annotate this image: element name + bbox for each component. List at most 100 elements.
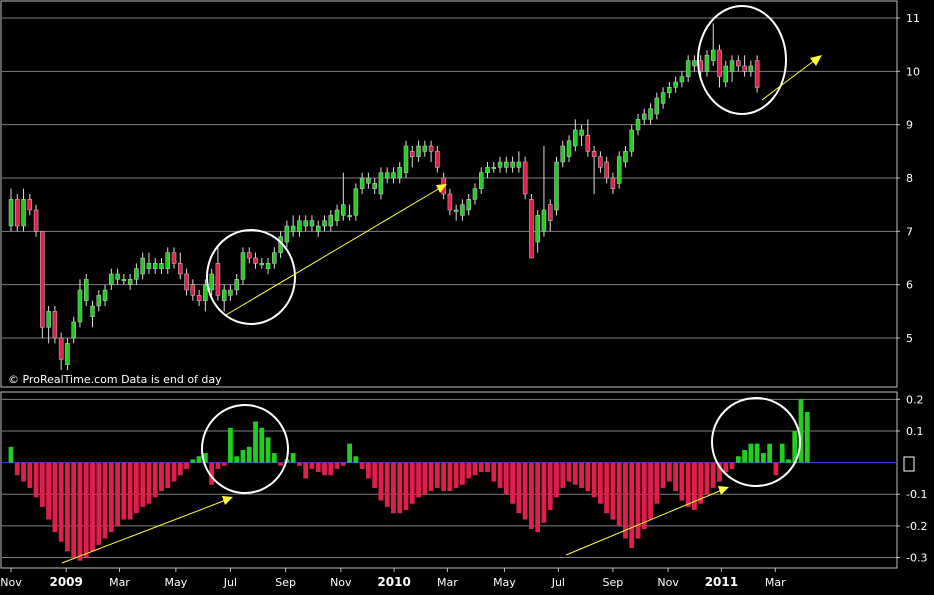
candle-body: [397, 167, 402, 179]
oscillator-bar: [767, 443, 773, 463]
candle-body: [159, 263, 164, 269]
oscillator-bar: [328, 462, 334, 476]
oscillator-bar: [184, 462, 189, 469]
candle-body: [52, 311, 58, 339]
oscillator-bar: [704, 462, 710, 495]
oscillator-bar: [635, 462, 641, 539]
candle-body: [654, 97, 660, 115]
candle-body: [403, 145, 409, 173]
candle-body: [140, 257, 145, 275]
candle-body: [723, 65, 729, 83]
oscillator-bar: [547, 462, 553, 511]
candle-body: [83, 279, 89, 301]
candle-body: [692, 60, 697, 67]
candle-body: [247, 252, 252, 259]
oscillator-bar: [278, 462, 284, 466]
candle-body: [535, 215, 540, 243]
candle-body: [648, 108, 653, 120]
candle-body: [228, 289, 233, 296]
oscillator-bar: [240, 449, 246, 463]
oscillator-bar: [397, 462, 403, 514]
candle-body: [472, 188, 478, 200]
oscillator-bar: [403, 462, 409, 511]
x-tick-label: Jul: [551, 576, 565, 589]
x-tick-label: Nov: [330, 576, 352, 589]
candle-body: [585, 135, 591, 152]
candle-body: [604, 161, 609, 179]
oscillator-bar: [710, 462, 716, 488]
oscillator-bar: [773, 462, 779, 476]
candle-body: [234, 279, 239, 291]
oscillator-bar: [453, 462, 459, 488]
oscillator-bar: [623, 462, 628, 539]
candle-body: [616, 156, 622, 184]
oscillator-bar: [14, 462, 20, 476]
candle-body: [754, 60, 760, 88]
x-tick-label: 2011: [705, 575, 738, 589]
oscillator-bar: [579, 462, 584, 488]
oscillator-bar: [65, 462, 70, 552]
oscillator-bar: [679, 462, 685, 501]
oscillator-bar: [290, 453, 296, 463]
candle-body: [598, 156, 603, 168]
candle-body: [259, 263, 265, 266]
x-tick-label: Sep: [603, 576, 624, 589]
oscillator-bar: [441, 462, 447, 492]
candle-body: [40, 231, 45, 328]
oscillator-bar: [434, 462, 440, 488]
price-tick-label: 11: [906, 12, 920, 25]
oscillator-bar: [779, 443, 785, 463]
oscillator-bar: [485, 462, 490, 473]
oscillator-bar: [666, 462, 672, 482]
candle-body: [547, 204, 553, 221]
oscillator-bar: [409, 462, 415, 504]
candle-body: [485, 167, 490, 173]
candle-body: [90, 305, 95, 317]
oscillator-bar: [422, 462, 428, 495]
oscillator-bar: [309, 462, 315, 469]
chart-background: [0, 0, 934, 595]
candle-body: [460, 204, 465, 216]
oscillator-bar: [478, 462, 484, 473]
x-tick-label: Jul: [223, 576, 237, 589]
oscillator-bar: [604, 462, 610, 514]
oscillator-bar: [146, 462, 152, 504]
oscillator-tick-label: -0.1: [906, 488, 927, 501]
oscillator-bar: [253, 421, 258, 463]
oscillator-bar: [723, 462, 729, 473]
candle-body: [554, 161, 559, 211]
oscillator-bar: [391, 462, 396, 514]
candle-body: [466, 199, 471, 211]
oscillator-bar: [648, 462, 653, 520]
oscillator-bar: [234, 456, 240, 463]
oscillator-bar: [27, 462, 33, 488]
oscillator-bar: [303, 462, 309, 479]
candle-body: [146, 263, 152, 269]
oscillator-tick-label: 0.1: [906, 425, 924, 438]
oscillator-bar: [761, 453, 766, 463]
candle-body: [685, 60, 691, 77]
oscillator-bar: [472, 462, 478, 476]
oscillator-bar: [804, 411, 810, 463]
price-tick-label: 7: [906, 225, 913, 238]
candle-body: [134, 268, 139, 280]
candle-body: [748, 65, 754, 72]
candle-body: [96, 295, 102, 307]
candle-body: [736, 60, 741, 67]
candle-body: [165, 252, 170, 269]
oscillator-bar: [372, 462, 378, 488]
oscillator-bar: [585, 462, 591, 492]
candle-body: [453, 209, 459, 212]
candle-body: [541, 209, 547, 232]
x-tick-label: May: [493, 576, 516, 589]
candle-body: [33, 209, 39, 232]
candle-body: [27, 199, 33, 211]
oscillator-bar: [90, 462, 95, 552]
oscillator-bar: [46, 462, 52, 520]
oscillator-bar: [673, 462, 679, 492]
oscillator-bar: [416, 462, 421, 498]
candle-body: [265, 263, 271, 269]
candle-body: [8, 199, 14, 227]
oscillator-bar: [196, 456, 202, 463]
oscillator-bar: [466, 462, 472, 479]
